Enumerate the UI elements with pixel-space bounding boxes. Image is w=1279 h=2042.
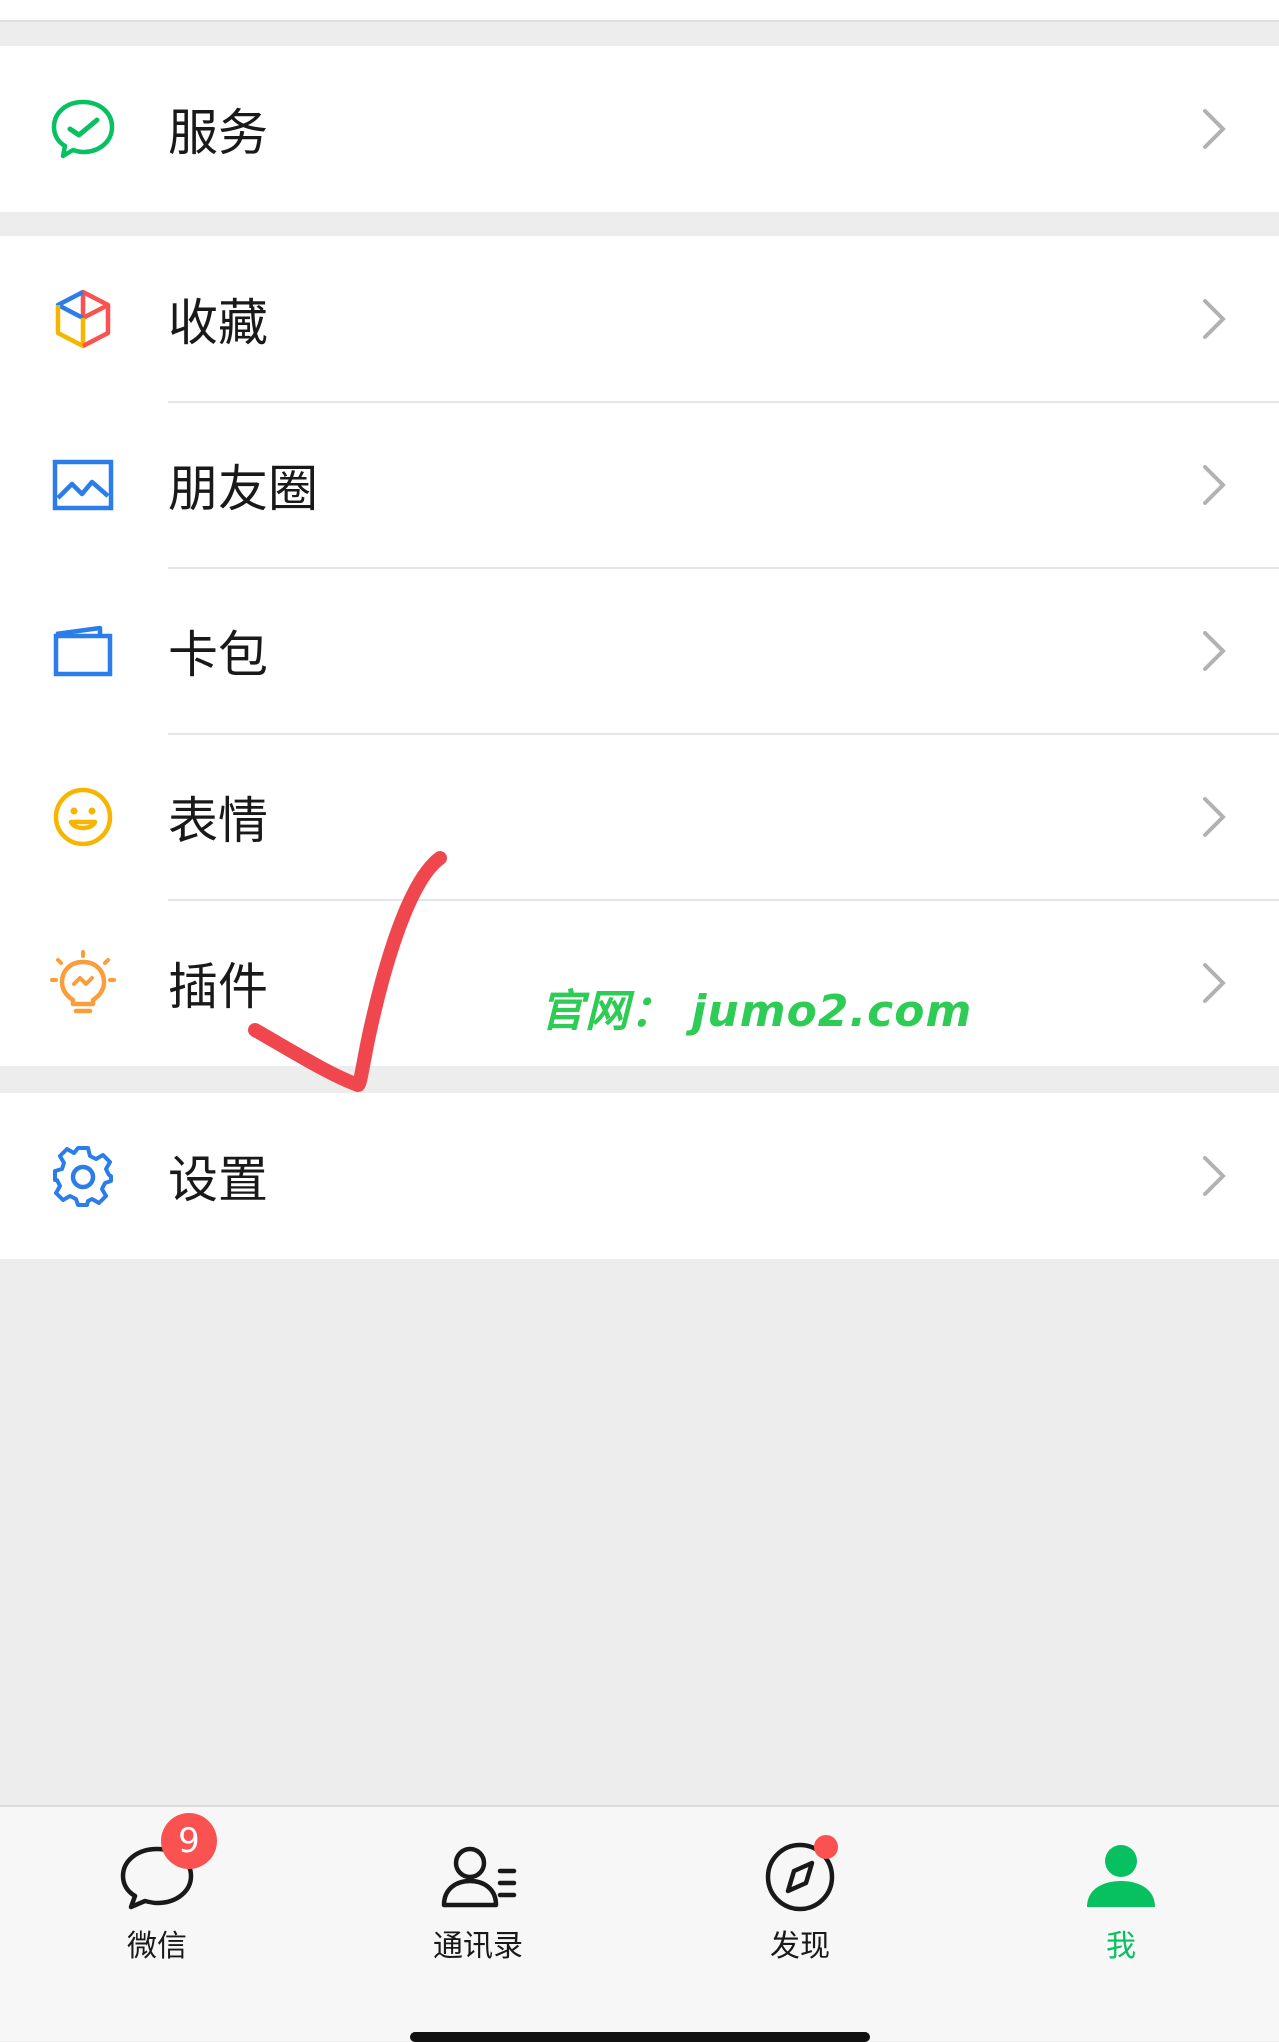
picture-icon — [50, 452, 116, 518]
menu-item-cards[interactable]: 卡包 — [0, 568, 1279, 734]
menu-item-services[interactable]: 服务 — [0, 46, 1279, 212]
menu-item-moments[interactable]: 朋友圈 — [0, 402, 1279, 568]
tab-discover[interactable]: 发现 — [700, 1835, 900, 1965]
menu-item-label: 卡包 — [168, 626, 268, 684]
contacts-icon — [441, 1846, 517, 1908]
menu-item-label: 插件 — [168, 958, 268, 1016]
services-group: 服务 — [0, 46, 1279, 212]
services-icon — [50, 96, 116, 162]
bottom-tab-bar: 9 微信 通讯录 发现 我 — [0, 1805, 1279, 2041]
tab-contacts[interactable]: 通讯录 — [378, 1837, 578, 1965]
smiley-icon — [50, 784, 116, 850]
menu-item-label: 设置 — [168, 1151, 268, 1209]
wallet-icon — [50, 618, 116, 684]
tab-label: 通讯录 — [433, 1929, 523, 1964]
top-divider-strip — [0, 0, 1279, 22]
chevron-right-icon — [1203, 1156, 1226, 1196]
menu-item-label: 收藏 — [168, 294, 268, 352]
chevron-right-icon — [1203, 631, 1226, 671]
settings-group: 设置 — [0, 1093, 1279, 1259]
person-icon — [1087, 1845, 1155, 1907]
tab-me[interactable]: 我 — [1021, 1837, 1221, 1965]
gear-icon — [50, 1143, 116, 1209]
watermark-text: 官网： jumo2.com — [540, 986, 973, 1037]
menu-item-label: 服务 — [168, 104, 268, 162]
chevron-right-icon — [1203, 465, 1226, 505]
chevron-right-icon — [1203, 299, 1226, 339]
tab-label: 微信 — [127, 1929, 187, 1964]
unread-badge: 9 — [161, 1813, 217, 1869]
cube-icon — [50, 286, 116, 352]
chevron-right-icon — [1203, 109, 1226, 149]
chevron-right-icon — [1203, 797, 1226, 837]
menu-item-stickers[interactable]: 表情 — [0, 734, 1279, 900]
tab-label: 发现 — [770, 1929, 830, 1964]
menu-item-settings[interactable]: 设置 — [0, 1093, 1279, 1259]
menu-item-label: 表情 — [168, 792, 268, 850]
menu-item-favorites[interactable]: 收藏 — [0, 236, 1279, 402]
menu-item-label: 朋友圈 — [168, 460, 318, 518]
lightbulb-icon — [50, 950, 116, 1016]
new-content-dot — [814, 1835, 838, 1859]
chevron-right-icon — [1203, 963, 1226, 1003]
features-group: 收藏 朋友圈 卡包 表情 插件 — [0, 236, 1279, 1066]
home-indicator — [410, 2032, 870, 2042]
tab-chats[interactable]: 9 微信 — [57, 1813, 257, 1965]
tab-label: 我 — [1106, 1929, 1136, 1964]
